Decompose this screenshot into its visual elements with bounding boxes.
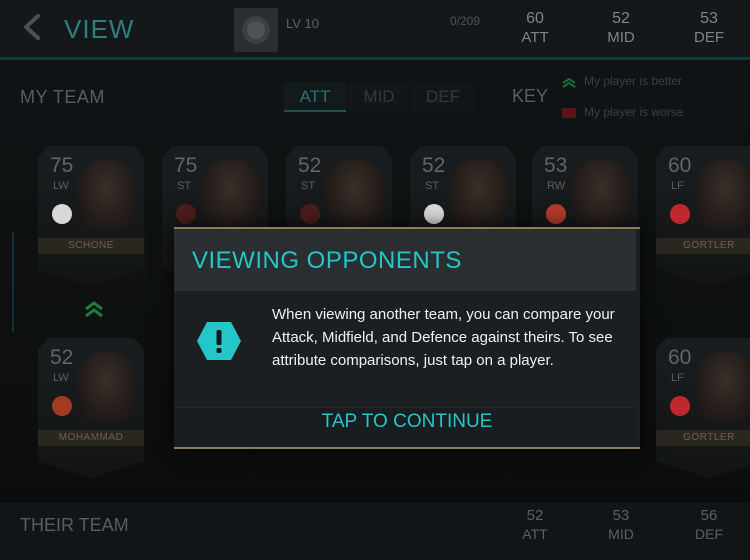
dialog-message: When viewing another team, you can compa… <box>272 306 615 369</box>
player-photo <box>696 160 750 230</box>
club-crest-icon <box>242 16 270 44</box>
player-photo <box>326 160 384 230</box>
club-crest-icon <box>52 204 72 224</box>
player-photo <box>78 352 136 422</box>
double-chevron-up-icon <box>562 77 576 88</box>
tap-to-continue-button[interactable]: TAP TO CONTINUE <box>174 411 640 433</box>
their-team-title: THEIR TEAM <box>20 515 129 535</box>
my-team-bar: MY TEAM ATT MID DEF KEY My player is bet… <box>0 60 750 132</box>
player-photo <box>572 160 630 230</box>
club-crest-icon <box>670 204 690 224</box>
tab-def[interactable]: DEF <box>412 82 474 112</box>
level-label: LV 10 <box>286 16 320 31</box>
back-button[interactable] <box>18 12 48 42</box>
their-stat-mid: 53 MID <box>608 507 634 542</box>
legend-better: My player is better <box>562 74 682 88</box>
player-photo <box>202 160 260 230</box>
tab-att[interactable]: ATT <box>284 82 346 112</box>
red-square-icon <box>562 107 576 118</box>
player-card[interactable]: 60 LF GÖRTLER <box>656 338 750 478</box>
player-photo <box>78 160 136 230</box>
their-team-bar: THEIR TEAM 52 ATT 53 MID 56 DEF <box>0 502 750 560</box>
club-badge <box>234 8 278 52</box>
club-crest-icon <box>52 396 72 416</box>
key-label: KEY <box>512 86 549 106</box>
my-team-title: MY TEAM <box>20 87 105 107</box>
legend-worse: My player is worse <box>562 105 683 119</box>
their-stat-att: 52 ATT <box>522 507 548 542</box>
top-stat-att: 60 ATT <box>521 10 549 46</box>
club-crest-icon <box>546 204 566 224</box>
player-card[interactable]: 52 LW MOHAMMAD <box>38 338 144 478</box>
dialog-header: VIEWING OPPONENTS <box>174 229 636 291</box>
club-crest-icon <box>670 396 690 416</box>
dialog-title: VIEWING OPPONENTS <box>192 247 462 274</box>
progress-label: 0/209 <box>450 14 481 28</box>
top-stat-def: 53 DEF <box>694 10 724 46</box>
player-card[interactable]: 60 LF GÖRTLER <box>656 146 750 286</box>
their-stat-def: 56 DEF <box>695 507 723 542</box>
tab-mid[interactable]: MID <box>348 82 410 112</box>
club-crest-icon <box>424 204 444 224</box>
player-photo <box>696 352 750 422</box>
player-card[interactable]: 75 LW SCHONE <box>38 146 144 286</box>
viewing-opponents-dialog: VIEWING OPPONENTS When viewing another t… <box>174 227 640 449</box>
chevron-left-icon <box>24 14 40 40</box>
exclamation-hexagon-icon <box>197 322 241 360</box>
player-photo <box>450 160 508 230</box>
top-bar: VIEW LV 10 0/209 60 ATT 52 MID 53 DEF <box>0 0 750 58</box>
top-stat-mid: 52 MID <box>607 10 635 46</box>
page-title: VIEW <box>64 14 135 44</box>
club-crest-icon <box>176 204 196 224</box>
double-chevron-up-icon <box>85 301 103 318</box>
side-scroll-indicator <box>0 232 14 332</box>
club-crest-icon <box>300 204 320 224</box>
